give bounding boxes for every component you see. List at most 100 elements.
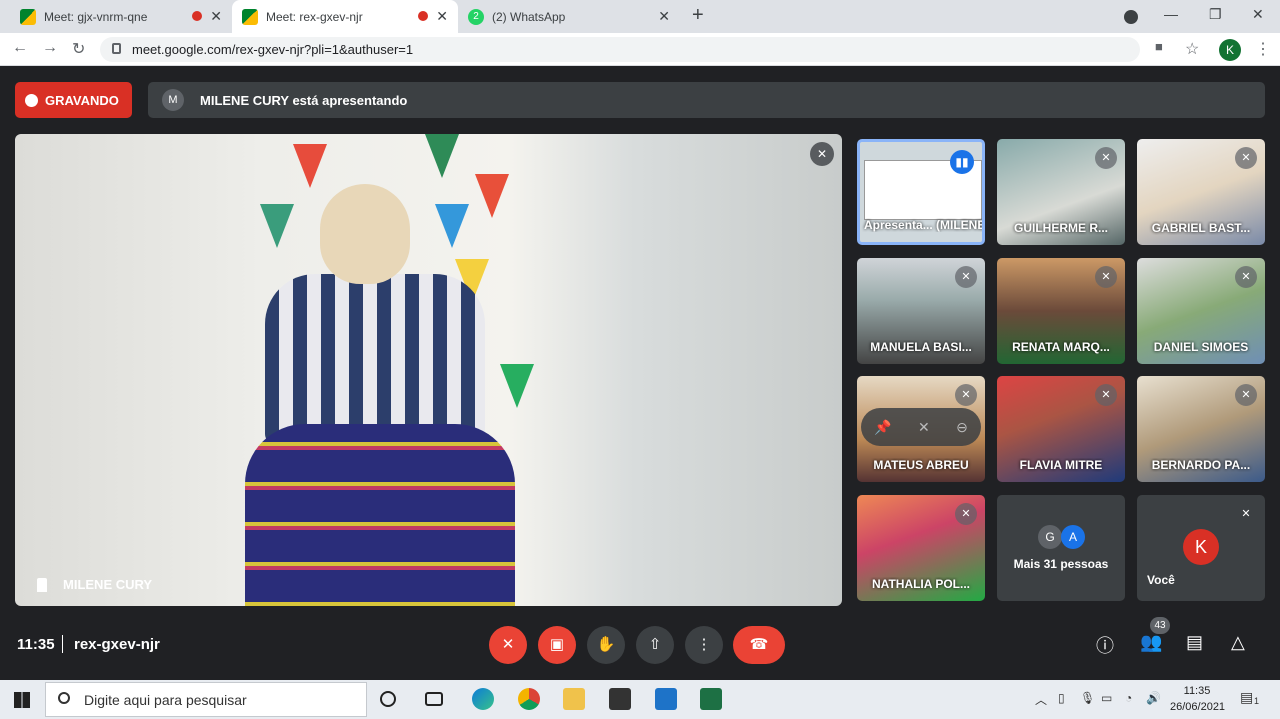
presenter-avatar: M [162,89,184,111]
participants-count-badge: 43 [1150,617,1170,634]
taskbar-search[interactable]: Digite aqui para pesquisar [45,682,367,717]
close-tab-icon[interactable]: ✕ [210,8,222,25]
mail-icon[interactable] [655,688,677,710]
participant-tile[interactable]: ✕ RENATA MARQ... [997,258,1125,364]
back-icon[interactable]: ← [12,39,28,57]
activities-icon[interactable]: △ [1231,632,1245,653]
bookmark-star-icon[interactable]: ☆ [1185,39,1199,59]
notifications-icon[interactable]: ▤ [1240,689,1253,706]
participant-tile[interactable]: ✕ BERNARDO PA... [1137,376,1265,482]
meet-window: GRAVANDO M MILENE CURY está apresentando… [0,66,1280,680]
self-tile[interactable]: ✕ K Você [1137,495,1265,601]
new-tab-button[interactable]: + [692,4,704,27]
mic-off-icon: ✕ [1095,384,1117,406]
reload-icon[interactable]: ↻ [72,39,85,59]
camera-icon[interactable]: ■ [1155,39,1163,54]
presenter-figure [245,184,515,606]
mic-off-icon: ✕ [1235,384,1257,406]
mute-participant-icon[interactable]: ✕ [918,419,930,436]
raise-hand-icon[interactable]: ✋ [587,626,625,664]
forward-icon[interactable]: → [42,39,58,57]
participant-tile[interactable]: ✕ 📌 ✕ ⊖ MATEUS ABREU [857,376,985,482]
participant-tile[interactable]: ✕ GUILHERME R... [997,139,1125,245]
present-screen-icon[interactable]: ⇧ [636,626,674,664]
minimize-icon[interactable]: — [1164,6,1178,22]
participant-tile[interactable]: ✕ NATHALIA POL... [857,495,985,601]
mic-toggle-icon[interactable]: ✕ [489,626,527,664]
decoration-flag [293,144,327,188]
tab-meet-gjx[interactable]: Meet: gjx-vnrm-qne ✕ [10,0,232,33]
more-options-icon[interactable]: ⋮ [685,626,723,664]
microphone-icon[interactable]: 🎙 [1080,691,1095,705]
meet-icon [20,8,36,25]
url-field[interactable]: meet.google.com/rex-gxev-njr?pli=1&authu… [100,37,1140,62]
more-people-avatar: A [1061,525,1085,549]
tab-title: (2) WhatsApp [492,9,566,24]
mic-off-icon: ✕ [955,503,977,525]
participant-name: NATHALIA POL... [872,577,970,591]
chat-icon[interactable]: ▤ [1186,632,1203,653]
participant-tile[interactable]: ✕ DANIEL SIMOES [1137,258,1265,364]
participant-tile[interactable]: ✕ FLAVIA MITRE [997,376,1125,482]
pin-icon[interactable]: 📌 [874,419,891,436]
close-window-icon[interactable]: ✕ [1252,6,1264,23]
address-toolbar: ← → ↻ meet.google.com/rex-gxev-njr?pli=1… [0,33,1280,66]
tab-title: Meet: rex-gxev-njr [266,9,363,24]
mic-off-icon: ✕ [1095,147,1117,169]
mic-off-icon: ✕ [955,266,977,288]
lock-icon [112,43,121,54]
windows-start-icon[interactable] [14,692,30,708]
participants-icon[interactable]: 👥 [1140,632,1162,653]
close-tab-icon[interactable]: ✕ [658,8,670,25]
recording-dot-icon [418,11,428,21]
edge-icon[interactable] [472,688,494,710]
recording-button[interactable]: GRAVANDO [15,82,132,118]
participant-tile[interactable]: ✕ MANUELA BASI... [857,258,985,364]
taskbar-clock[interactable]: 11:35 26/06/2021 [1170,683,1226,715]
participant-name: BERNARDO PA... [1151,458,1251,472]
file-explorer-icon[interactable] [563,688,585,710]
meet-icon [242,8,258,25]
browser-tab-bar: Meet: gjx-vnrm-qne ✕ Meet: rex-gxev-njr … [0,0,1280,33]
task-view-icon[interactable] [425,692,443,706]
self-label: Você [1147,573,1175,587]
more-people-label: Mais 31 pessoas [1013,557,1109,571]
decoration-flag [425,134,459,178]
battery-icon[interactable]: ▭ [1101,691,1112,705]
profile-avatar[interactable]: K [1219,39,1241,61]
clock-date: 26/06/2021 [1170,701,1226,713]
main-video[interactable]: ✕ MILENE CURY [15,134,842,606]
remove-participant-icon[interactable]: ⊖ [956,419,968,436]
participant-name: Apresenta... (MILENE C... [864,218,982,232]
tab-search-icon[interactable] [1124,10,1138,24]
participant-tile[interactable]: ▮▮ Apresenta... (MILENE C... [857,139,985,245]
tab-whatsapp[interactable]: 2 (2) WhatsApp ✕ [458,0,680,33]
participant-name: FLAVIA MITRE [1019,458,1103,472]
maximize-icon[interactable]: ❐ [1209,6,1222,23]
participant-name: MANUELA BASI... [870,340,972,354]
self-avatar: K [1183,529,1219,565]
more-people-tile[interactable]: G A Mais 31 pessoas [997,495,1125,601]
excel-icon[interactable] [700,688,722,710]
end-call-button[interactable]: ☎ [733,626,785,664]
cortana-icon[interactable] [380,691,396,707]
wifi-icon[interactable]: ◔ [1125,691,1132,705]
menu-dots-icon[interactable]: ⋮ [1255,39,1271,59]
volume-icon[interactable]: 🔊 [1146,691,1161,705]
mic-off-icon: ✕ [955,384,977,406]
pin-icon [37,577,47,592]
chrome-icon[interactable] [518,688,540,710]
camera-toggle-icon[interactable]: ▣ [538,626,576,664]
tab-meet-rex[interactable]: Meet: rex-gxev-njr ✕ [232,0,458,33]
participant-name: MATEUS ABREU [873,458,969,472]
tray-app-icon[interactable]: ▯ [1058,691,1065,705]
close-tab-icon[interactable]: ✕ [436,8,448,25]
meeting-details-icon[interactable]: ⓘ [1096,632,1114,658]
tray-expand-icon[interactable]: ︿ [1035,691,1047,708]
participant-tile[interactable]: ✕ GABRIEL BAST... [1137,139,1265,245]
clock-time: 11:35 [1183,685,1211,697]
notification-count: 1 [1254,696,1260,706]
store-icon[interactable] [609,688,631,710]
url-text: meet.google.com/rex-gxev-njr?pli=1&authu… [132,42,414,57]
presenting-banner: M MILENE CURY está apresentando [148,82,1265,118]
